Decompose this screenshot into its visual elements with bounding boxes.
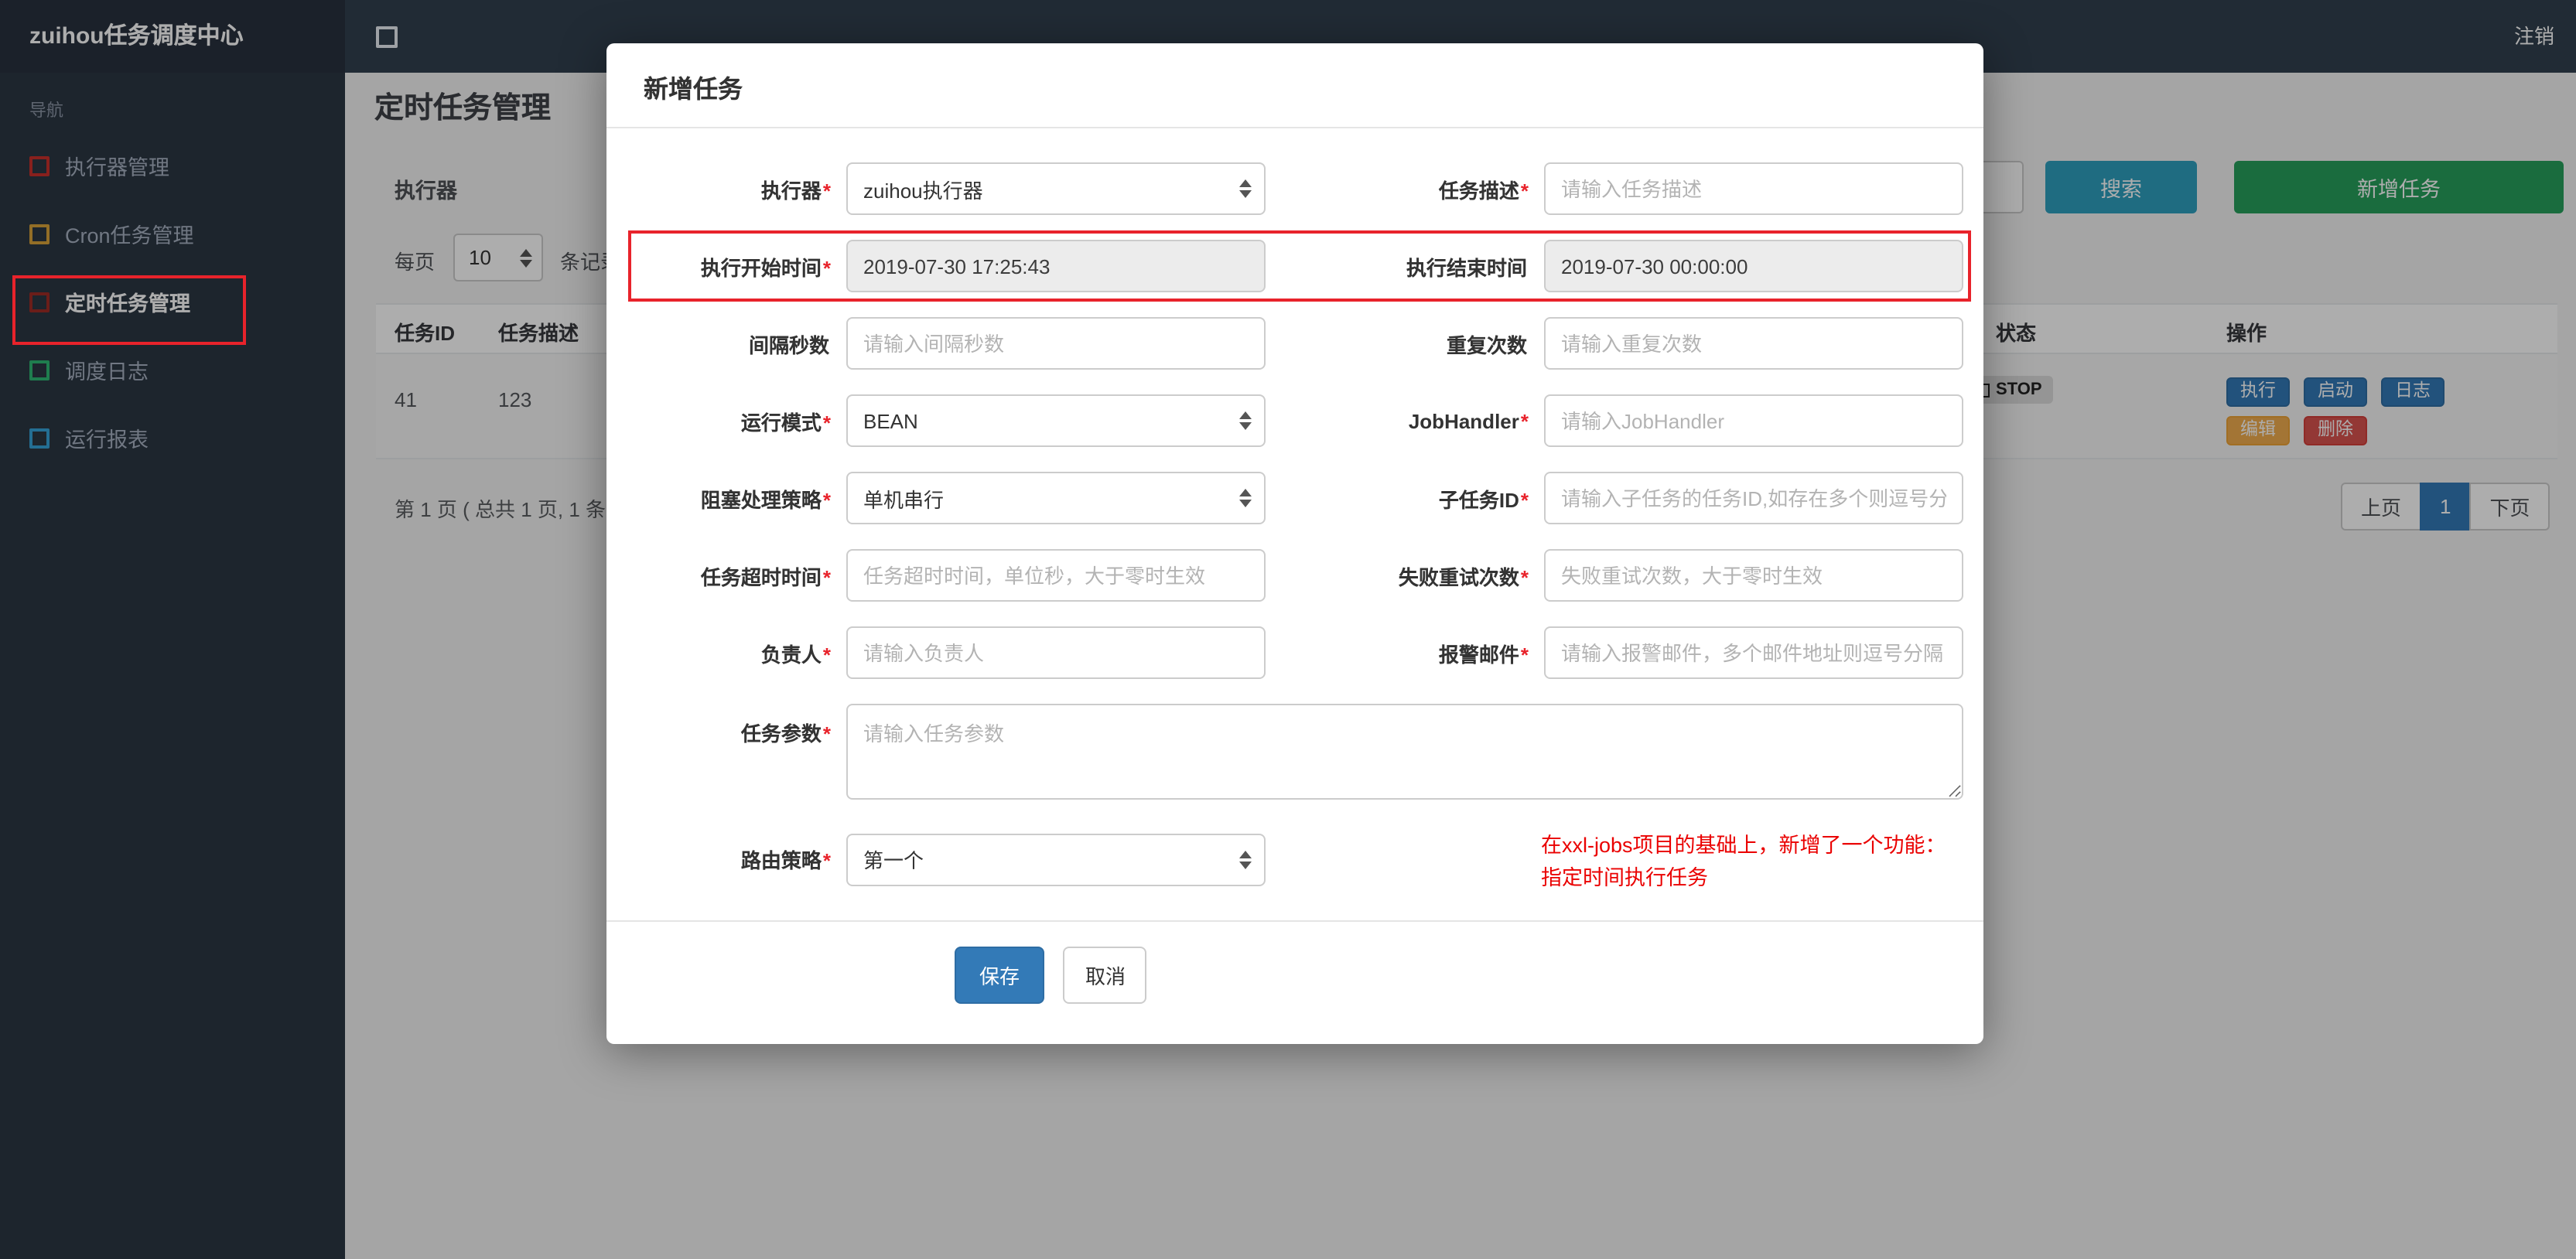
- form-row: 任务参数 *: [606, 704, 1983, 800]
- timeout-input[interactable]: [846, 549, 1266, 602]
- owner-label: 负责人 *: [760, 643, 831, 666]
- job-handler-label: JobHandler *: [1408, 409, 1529, 432]
- feature-note-line2: 指定时间执行任务: [1541, 865, 1708, 889]
- fail-retry-label: 失败重试次数 *: [1398, 565, 1529, 589]
- route-strategy-select-value: 第一个: [863, 849, 924, 873]
- job-params-textarea[interactable]: [846, 704, 1963, 800]
- feature-note-line1: 在xxl-jobs项目的基础上，新增了一个功能：: [1541, 834, 1946, 857]
- select-arrows-icon: [1239, 179, 1252, 198]
- child-job-id-input[interactable]: [1544, 472, 1963, 524]
- repeat-count-input[interactable]: [1544, 317, 1963, 370]
- end-time-input[interactable]: [1544, 240, 1963, 292]
- route-strategy-label: 路由策略 *: [740, 849, 831, 873]
- job-handler-input[interactable]: [1544, 394, 1963, 447]
- form-row: 任务超时时间* 失败重试次数*: [606, 549, 1983, 602]
- form-row: 执行器 * zuihou执行器 任务描述 *: [606, 162, 1983, 215]
- end-time-label: 执行结束时间: [1406, 256, 1527, 279]
- add-task-form: 执行器* zuihou执行器 任务描述* 执行开始时间* 执行结束时间 间隔秒数…: [606, 128, 1983, 1044]
- job-desc-label: 任务描述 *: [1438, 179, 1529, 202]
- repeat-count-label: 重复次数: [1446, 333, 1527, 357]
- job-params-label: 任务参数 *: [740, 722, 831, 746]
- form-row: 间隔秒数 重复次数: [606, 317, 1983, 370]
- block-strategy-label: 阻塞处理策略 *: [700, 488, 831, 511]
- select-arrows-icon: [1239, 489, 1252, 507]
- form-row: 负责人* 报警邮件*: [606, 626, 1983, 679]
- run-mode-select-value: BEAN: [863, 409, 918, 432]
- alarm-email-input[interactable]: [1544, 626, 1963, 679]
- executor-select-value: zuihou执行器: [863, 179, 983, 202]
- child-job-id-label: 子任务ID *: [1438, 488, 1529, 511]
- run-mode-label: 运行模式 *: [740, 411, 831, 434]
- run-mode-select[interactable]: BEAN: [846, 394, 1266, 447]
- select-arrows-icon: [1239, 411, 1252, 430]
- modal-title: 新增任务: [606, 43, 1983, 128]
- executor-label: 执行器 *: [760, 179, 831, 202]
- start-time-label: 执行开始时间 *: [700, 256, 831, 279]
- block-strategy-select[interactable]: 单机串行: [846, 472, 1266, 524]
- cancel-button[interactable]: 取消: [1063, 946, 1147, 1004]
- select-arrows-icon: [1239, 850, 1252, 869]
- feature-note: 在xxl-jobs项目的基础上，新增了一个功能： 指定时间执行任务: [1541, 824, 1980, 896]
- form-row: 路由策略 * 第一个 在xxl-jobs项目的基础上，新增了一个功能： 指定时间执…: [606, 824, 1983, 896]
- executor-select[interactable]: zuihou执行器: [846, 162, 1266, 215]
- modal-footer: 保存 取消: [606, 922, 1983, 1044]
- add-task-modal: 新增任务 执行器* zuihou执行器 任务描述* 执行开始时间* 执行结束时间…: [606, 43, 1983, 1044]
- interval-label: 间隔秒数: [748, 333, 829, 357]
- timeout-label: 任务超时时间 *: [700, 565, 831, 589]
- start-time-input[interactable]: [846, 240, 1266, 292]
- save-button[interactable]: 保存: [955, 946, 1045, 1004]
- form-row: 运行模式 * BEAN JobHandler *: [606, 394, 1983, 447]
- app-root: zuihou任务调度中心 注销 导航 执行器管理 Cron任务管理 定时任务管理…: [0, 0, 2576, 1259]
- job-desc-input[interactable]: [1544, 162, 1963, 215]
- route-strategy-select[interactable]: 第一个: [846, 833, 1266, 886]
- interval-input[interactable]: [846, 317, 1266, 370]
- form-row-time-annotated: 执行开始时间* 执行结束时间: [606, 230, 1983, 302]
- form-row: 阻塞处理策略 * 单机串行 子任务ID *: [606, 472, 1983, 524]
- block-strategy-select-value: 单机串行: [863, 488, 945, 511]
- fail-retry-input[interactable]: [1544, 549, 1963, 602]
- alarm-email-label: 报警邮件 *: [1438, 643, 1529, 666]
- owner-input[interactable]: [846, 626, 1266, 679]
